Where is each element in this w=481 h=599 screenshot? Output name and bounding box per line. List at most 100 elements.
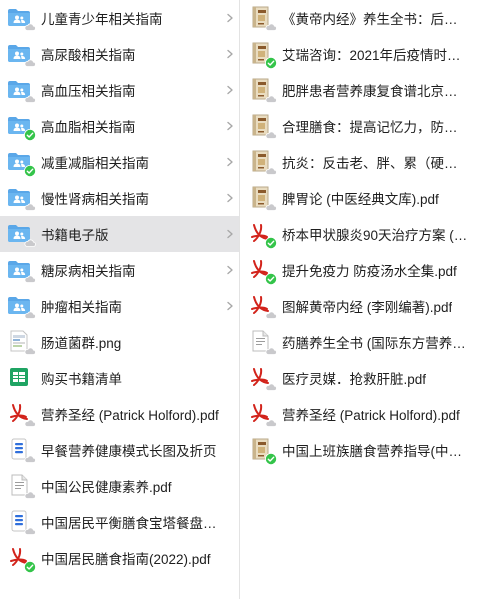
item-label: 高血压相关指南 <box>41 84 136 99</box>
pdf-icon <box>248 365 277 391</box>
list-item[interactable]: 高尿酸相关指南 <box>0 36 239 72</box>
item-label: 脾胃论 (中医经典文库).pdf <box>282 192 439 207</box>
item-label: 营养圣经 (Patrick Holford).pdf <box>41 408 219 423</box>
list-item[interactable]: 肠道菌群.png <box>0 324 239 360</box>
pdf-page-icon <box>248 329 277 355</box>
cloud-only-icon <box>24 491 36 499</box>
cloud-only-icon <box>24 347 36 355</box>
list-item[interactable]: 书籍电子版 <box>0 216 239 252</box>
list-item[interactable]: 减重减脂相关指南 <box>0 144 239 180</box>
folder-shared-icon <box>7 257 36 283</box>
file-item[interactable]: 桥本甲状腺炎90天治疗方案 (全新版) <box>240 216 480 252</box>
item-label: 中国上班族膳食营养指导(中国营养) <box>282 444 468 459</box>
item-label: 抗炎：反击老、胖、累（硬核抗炎） <box>282 156 468 171</box>
book-cover-icon <box>248 113 277 139</box>
cloud-only-icon <box>24 239 36 247</box>
list-item[interactable]: 糖尿病相关指南 <box>0 252 239 288</box>
cloud-only-icon <box>24 95 36 103</box>
synced-check-icon <box>24 165 36 177</box>
file-item[interactable]: 《黄帝内经》养生全书：后天大补大全 <box>240 0 480 36</box>
cloud-only-icon <box>265 203 277 211</box>
cloud-only-icon <box>24 455 36 463</box>
cloud-only-icon <box>265 167 277 175</box>
book-cover-icon <box>248 149 277 175</box>
folder-shared-icon <box>7 221 36 247</box>
list-item[interactable]: 肿瘤相关指南 <box>0 288 239 324</box>
chevron-right-icon <box>227 13 233 23</box>
item-label: 图解黄帝内经 (李刚编著).pdf <box>282 300 453 315</box>
list-item[interactable]: 购买书籍清单 <box>0 360 239 396</box>
chevron-right-icon <box>227 265 233 275</box>
synced-check-icon <box>265 273 277 285</box>
file-item[interactable]: 脾胃论 (中医经典文库).pdf <box>240 180 480 216</box>
item-label: 中国居民平衡膳食宝塔餐盘算盘 <box>41 516 229 531</box>
item-label: 医疗灵媒．抢救肝脏.pdf <box>282 372 427 387</box>
cloud-only-icon <box>265 23 277 31</box>
synced-check-icon <box>265 453 277 465</box>
item-label: 《黄帝内经》养生全书：后天大补大全 <box>282 12 468 27</box>
cloud-only-icon <box>24 311 36 319</box>
list-item[interactable]: 早餐营养健康模式长图及折页 <box>0 432 239 468</box>
chevron-right-icon <box>227 85 233 95</box>
document-icon <box>7 509 36 535</box>
file-item[interactable]: 抗炎：反击老、胖、累（硬核抗炎） <box>240 144 480 180</box>
file-item[interactable]: 艾瑞咨询：2021年后疫情时代健康 <box>240 36 480 72</box>
cloud-only-icon <box>24 59 36 67</box>
pdf-icon <box>248 221 277 249</box>
item-label: 提升免疫力 防疫汤水全集.pdf <box>282 264 457 279</box>
cloud-only-icon <box>24 527 36 535</box>
folder-shared-icon <box>7 185 36 211</box>
list-item[interactable]: 营养圣经 (Patrick Holford).pdf <box>0 396 239 432</box>
item-label: 书籍电子版 <box>41 228 109 243</box>
file-item[interactable]: 中国上班族膳食营养指导(中国营养) <box>240 432 480 468</box>
chevron-right-icon <box>227 301 233 311</box>
pdf-icon <box>7 401 36 427</box>
cloud-only-icon <box>265 95 277 103</box>
folder-column[interactable]: 儿童青少年相关指南 高尿酸相关指南 高血压相关指南 高血脂相关指南 减重减脂相关… <box>0 0 240 599</box>
item-label: 慢性肾病相关指南 <box>41 192 149 207</box>
book-cover-icon <box>248 437 277 465</box>
file-item[interactable]: 提升免疫力 防疫汤水全集.pdf <box>240 252 480 288</box>
item-label: 中国公民健康素养.pdf <box>41 480 172 495</box>
synced-check-icon <box>24 561 36 573</box>
file-item[interactable]: 合理膳食：提高记忆力，防止早衰 <box>240 108 480 144</box>
item-label: 营养圣经 (Patrick Holford).pdf <box>282 408 460 423</box>
cloud-only-icon <box>24 203 36 211</box>
synced-check-icon <box>265 237 277 249</box>
item-label: 减重减脂相关指南 <box>41 156 149 171</box>
folder-shared-icon <box>7 5 36 31</box>
folder-shared-icon <box>7 293 36 319</box>
item-label: 肠道菌群.png <box>41 336 122 351</box>
list-item[interactable]: 中国公民健康素养.pdf <box>0 468 239 504</box>
book-files-column[interactable]: 《黄帝内经》养生全书：后天大补大全 艾瑞咨询：2021年后疫情时代健康 肥胖患者… <box>240 0 480 599</box>
file-item[interactable]: 药膳养生全书 (国际东方营养药膳) <box>240 324 480 360</box>
chevron-right-icon <box>227 157 233 167</box>
book-cover-icon <box>248 77 277 103</box>
file-item[interactable]: 肥胖患者营养康复食谱北京协和医院 <box>240 72 480 108</box>
list-item[interactable]: 中国居民膳食指南(2022).pdf <box>0 540 239 576</box>
cloud-only-icon <box>24 419 36 427</box>
file-item[interactable]: 营养圣经 (Patrick Holford).pdf <box>240 396 480 432</box>
item-label: 高血脂相关指南 <box>41 120 136 135</box>
item-label: 合理膳食：提高记忆力，防止早衰 <box>282 120 468 135</box>
file-item[interactable]: 图解黄帝内经 (李刚编著).pdf <box>240 288 480 324</box>
item-label: 肥胖患者营养康复食谱北京协和医院 <box>282 84 468 99</box>
file-item[interactable]: 医疗灵媒．抢救肝脏.pdf <box>240 360 480 396</box>
cloud-only-icon <box>24 275 36 283</box>
list-item[interactable]: 高血脂相关指南 <box>0 108 239 144</box>
pdf-icon <box>7 545 36 573</box>
cloud-only-icon <box>265 131 277 139</box>
list-item[interactable]: 慢性肾病相关指南 <box>0 180 239 216</box>
item-label: 肿瘤相关指南 <box>41 300 122 315</box>
synced-check-icon <box>24 129 36 141</box>
synced-check-icon <box>265 57 277 69</box>
item-label: 糖尿病相关指南 <box>41 264 136 279</box>
chevron-right-icon <box>227 193 233 203</box>
list-item[interactable]: 高血压相关指南 <box>0 72 239 108</box>
spreadsheet-icon <box>7 365 33 391</box>
book-cover-icon <box>248 5 277 31</box>
pdf-icon <box>248 401 277 427</box>
list-item[interactable]: 中国居民平衡膳食宝塔餐盘算盘 <box>0 504 239 540</box>
list-item[interactable]: 儿童青少年相关指南 <box>0 0 239 36</box>
cloud-only-icon <box>265 311 277 319</box>
